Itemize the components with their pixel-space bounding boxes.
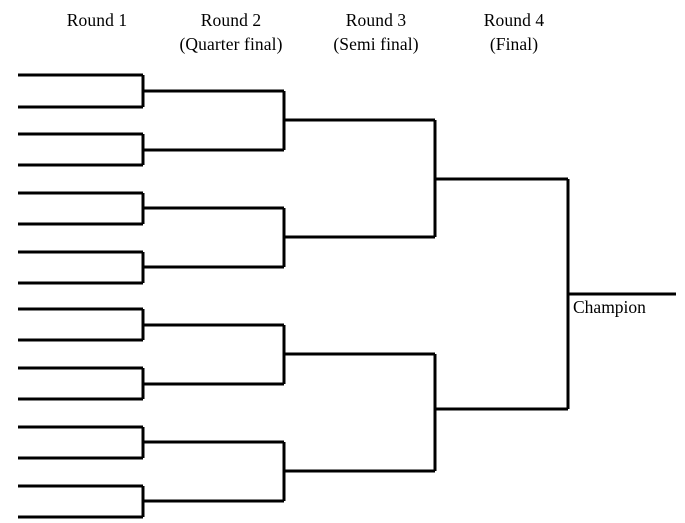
tournament-bracket-diagram: Round 1 Round 2 (Quarter final) Round 3 … bbox=[0, 0, 685, 523]
champion-label: Champion bbox=[573, 297, 646, 317]
bracket-lines bbox=[18, 73, 676, 519]
